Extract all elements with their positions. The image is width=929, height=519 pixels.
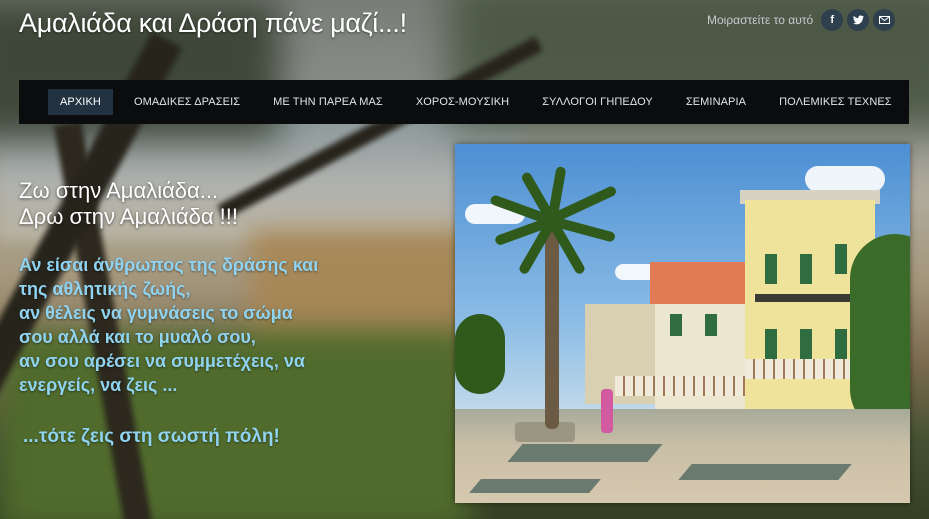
intro-line: σου αλλά και το μυαλό σου, bbox=[19, 327, 256, 347]
heading-line-2: Δρω στην Αμαλιάδα !!! bbox=[19, 204, 238, 229]
twitter-icon[interactable] bbox=[847, 9, 870, 31]
intro-text: Αν είσαι άνθρωπος της δράσης και της αθλ… bbox=[19, 253, 439, 397]
tagline: ...τότε ζεις στη σωστή πόλη! bbox=[23, 426, 280, 447]
heading-line-1: Ζω στην Αμαλιάδα... bbox=[19, 178, 219, 203]
intro-line: της αθλητικής ζωής, bbox=[19, 279, 191, 299]
street-photo bbox=[455, 144, 910, 503]
nav-item-4[interactable]: ΧΟΡΟΣ-ΜΟΥΣΙΚΗ bbox=[404, 89, 521, 115]
nav-item-3[interactable]: ΜΕ ΤΗΝ ΠΑΡΕΑ ΜΑΣ bbox=[261, 89, 395, 115]
intro-line: αν σου αρέσει να συμμετέχεις, να bbox=[19, 351, 305, 371]
nav-item-2[interactable]: ΟΜΑΔΙΚΕΣ ΔΡΑΣΕΙΣ bbox=[122, 89, 252, 115]
intro-line: αν θέλεις να γυμνάσεις το σώμα bbox=[19, 303, 293, 323]
nav-item-7[interactable]: ΠΟΛΕΜΙΚΕΣ ΤΕΧΝΕΣ bbox=[767, 89, 904, 115]
page-heading: Ζω στην Αμαλιάδα... Δρω στην Αμαλιάδα !!… bbox=[19, 178, 238, 230]
nav-item-6[interactable]: ΣΕΜΙΝΑΡΙΑ bbox=[674, 89, 758, 115]
facebook-icon[interactable]: f bbox=[821, 9, 844, 31]
share-bar: Μοιραστείτε το αυτό f bbox=[707, 9, 896, 31]
email-icon[interactable] bbox=[873, 9, 896, 31]
nav-item-5[interactable]: ΣΥΛΛΟΓΟΙ ΓΗΠΕΔΟΥ bbox=[530, 89, 665, 115]
share-label: Μοιραστείτε το αυτό bbox=[707, 13, 814, 27]
site-title[interactable]: Αμαλιάδα και Δράση πάνε μαζί...! bbox=[19, 8, 407, 39]
main-nav: ΑΡΧΙΚΗ ΟΜΑΔΙΚΕΣ ΔΡΑΣΕΙΣ ΜΕ ΤΗΝ ΠΑΡΕΑ ΜΑΣ ΧΟ… bbox=[19, 80, 909, 124]
nav-item-1[interactable]: ΑΡΧΙΚΗ bbox=[48, 89, 113, 115]
intro-line: Αν είσαι άνθρωπος της δράσης και bbox=[19, 255, 319, 275]
intro-line: ενεργείς, να ζεις ... bbox=[19, 375, 178, 395]
